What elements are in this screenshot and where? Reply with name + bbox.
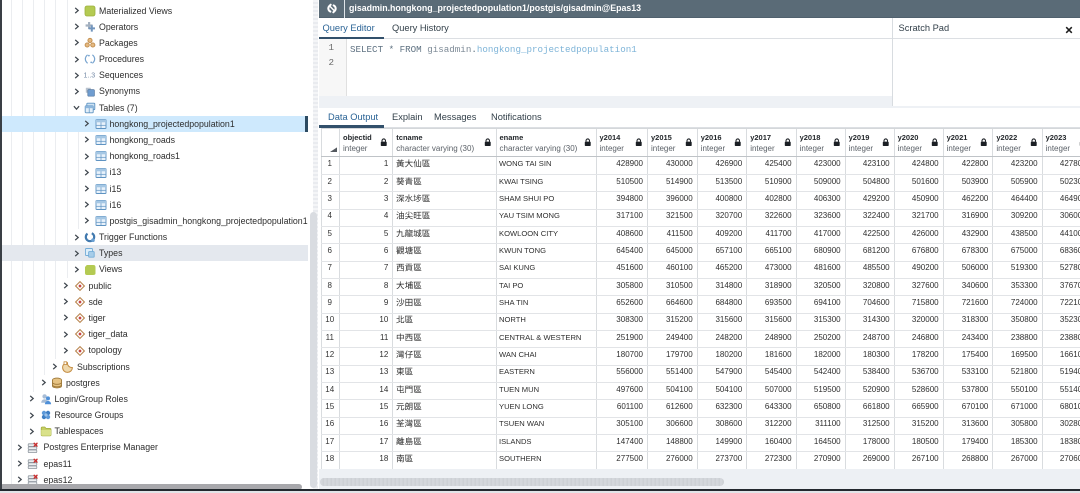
svg-text:1..3: 1..3 <box>84 73 95 80</box>
